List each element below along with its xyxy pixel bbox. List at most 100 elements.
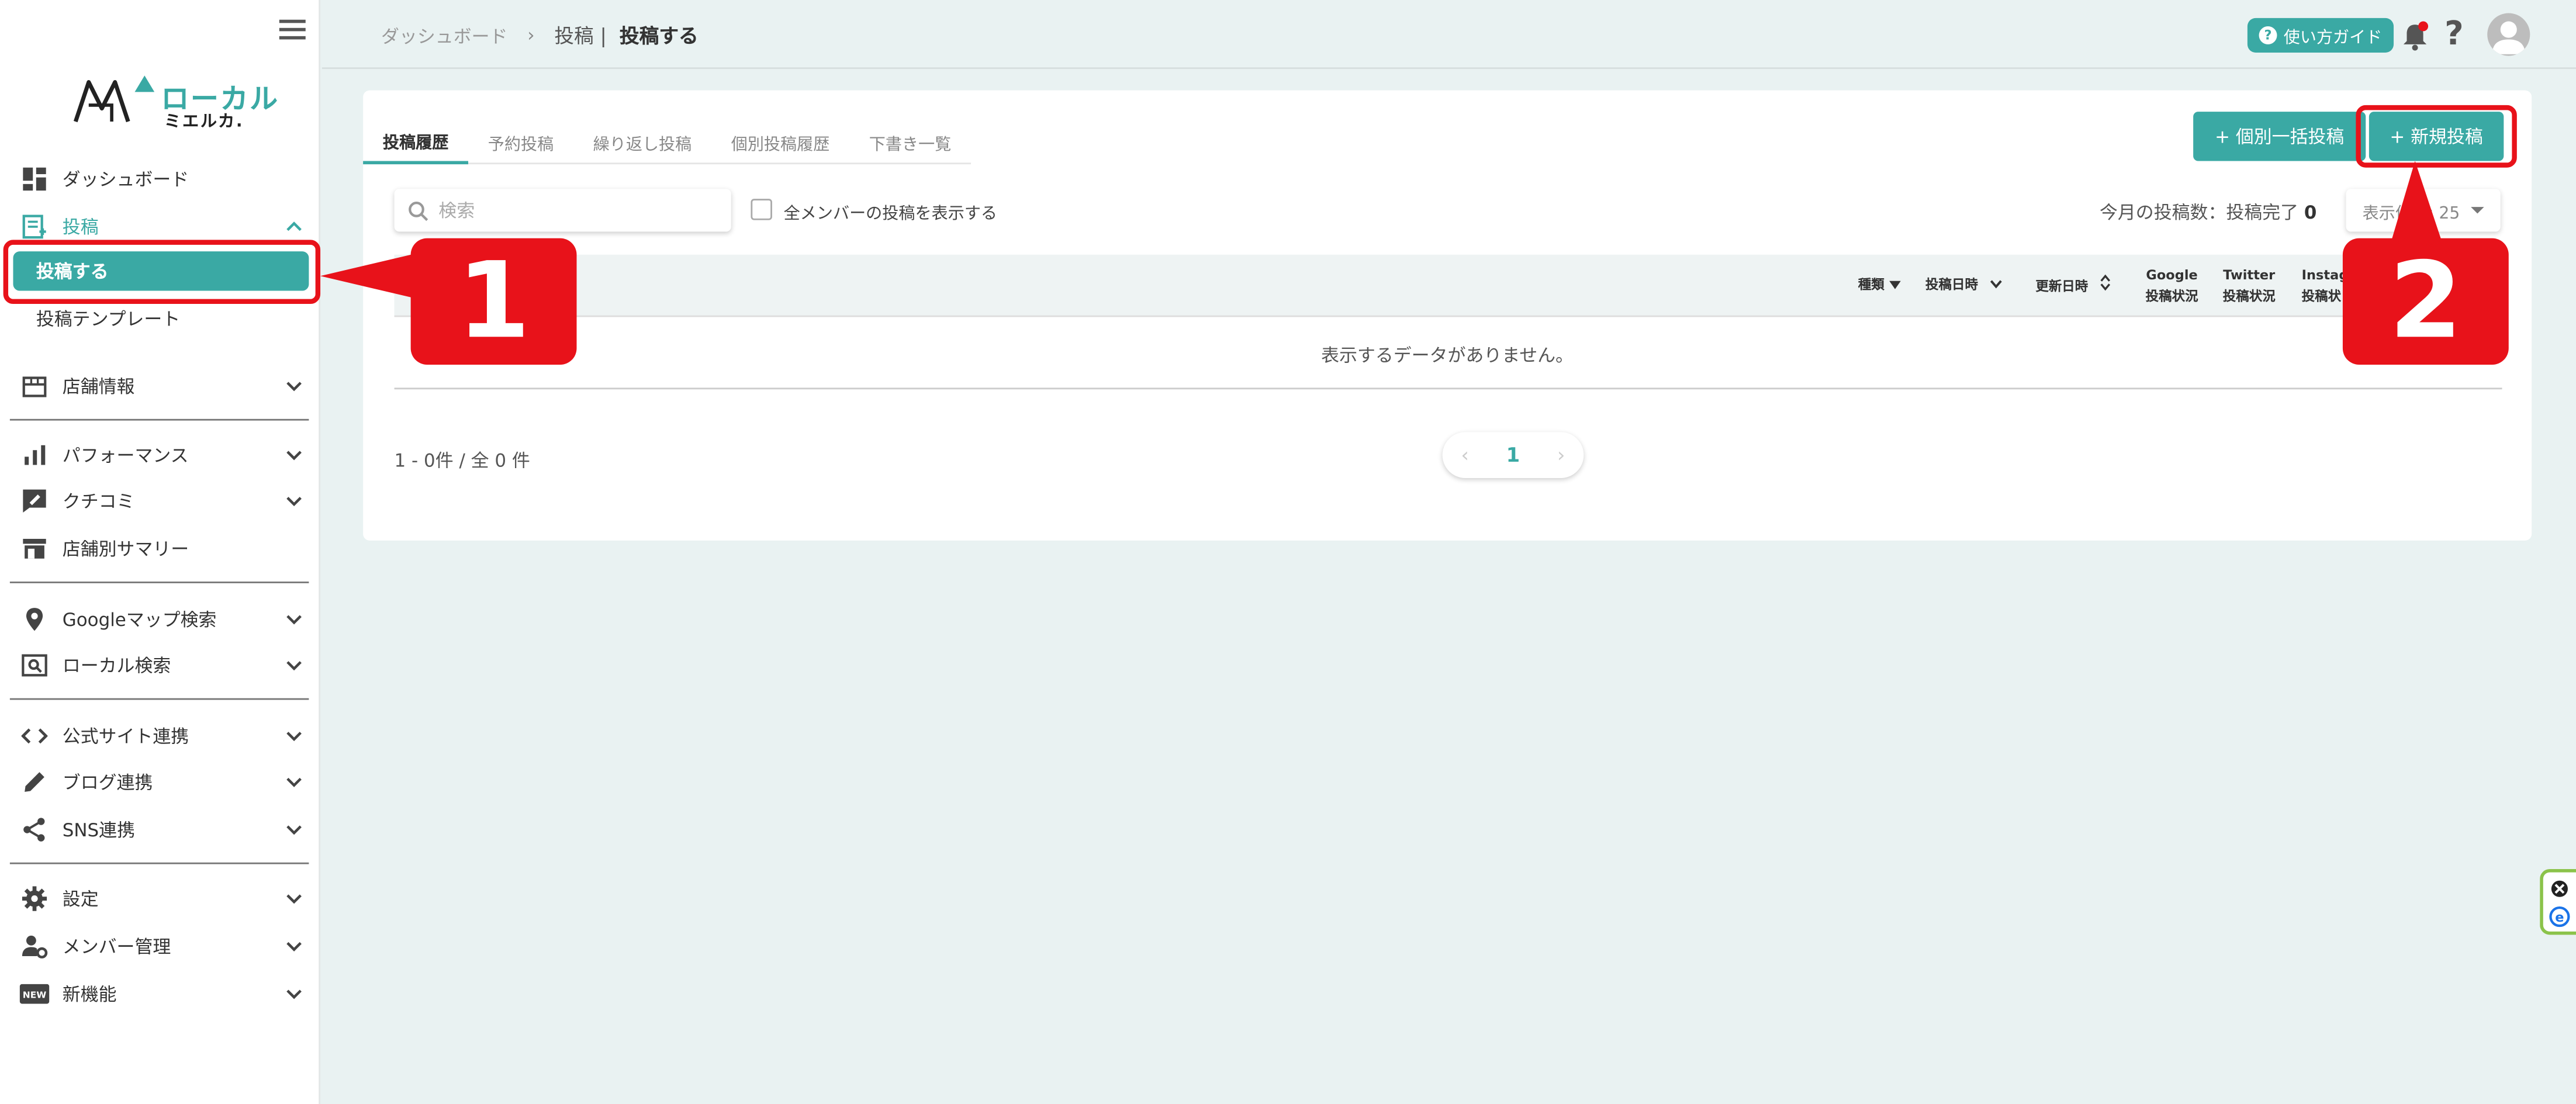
sidebar-item-label: メンバー管理 [62,936,171,958]
column-header-google: Google 投稿状況 [2146,265,2198,307]
breadcrumb-post[interactable]: 投稿 [554,22,593,50]
sidebar-item-store-summary[interactable]: 店舗別サマリー [20,531,316,567]
chevron-down-icon [286,491,302,513]
sidebar-item-label: 店舗別サマリー [62,539,189,560]
member-settings-icon [20,933,50,960]
chevron-up-icon [286,217,302,238]
sidebar: ローカル ミエルカ. ダッシュボード 投稿 投稿する 投稿テンプレート 店舗情報… [0,0,321,1104]
chevron-down-icon [1990,280,2002,289]
table-divider [394,387,2502,390]
tab-label: 下書き一覧 [869,136,952,155]
sort-icon [2100,274,2110,291]
tab-individual-history[interactable]: 個別投稿履歴 [711,120,849,164]
sidebar-item-label: 新機能 [62,984,117,1006]
breadcrumb-chevron-icon: › [527,25,535,46]
show-all-members-checkbox[interactable] [751,199,772,220]
column-header-updated-at[interactable]: 更新日時 [2035,274,2111,297]
table-header: 種類 投稿日時 更新日時 Google 投稿状況 Twitter 投稿状況 In… [394,254,2502,317]
local-search-icon [20,652,50,679]
guide-button[interactable]: ? 使い方ガイド [2247,18,2394,53]
annotation-highlight-1 [3,240,321,304]
avatar[interactable] [2487,13,2530,56]
sidebar-item-label: SNS連携 [62,819,136,842]
column-header-instagram: Instag 投稿状 [2302,265,2349,307]
question-icon: ? [2259,26,2277,44]
sidebar-item-label: パフォーマンス [62,445,189,467]
column-header-type[interactable]: 種類 [1858,274,1901,296]
logo-mark-icon [73,75,155,123]
chevron-down-icon [286,726,302,747]
breadcrumb: ダッシュボード › 投稿 | 投稿する [381,22,699,50]
sidebar-item-label: 公式サイト連携 [62,726,189,748]
tab-label: 繰り返し投稿 [593,136,692,155]
chevron-left-icon[interactable]: ‹ [1461,444,1469,466]
tab-label: 投稿履歴 [382,134,449,153]
chevron-down-icon [286,889,302,911]
chevron-down-icon [286,984,302,1006]
sidebar-item-local-search[interactable]: ローカル検索 [20,648,316,684]
sidebar-item-google-map-search[interactable]: Googleマップ検索 [20,601,316,638]
tab-drafts[interactable]: 下書き一覧 [849,120,971,164]
chevron-right-icon[interactable]: › [1557,444,1565,466]
breadcrumb-separator: | [593,23,613,47]
top-bar: ダッシュボード › 投稿 | 投稿する ? 使い方ガイド ? [321,0,2576,70]
page-number[interactable]: 1 [1506,444,1520,466]
bulk-post-button[interactable]: + 個別一括投稿 [2193,112,2366,161]
chevron-down-icon [286,610,302,631]
store-summary-icon [20,535,50,562]
tab-recurring-posts[interactable]: 繰り返し投稿 [573,120,711,164]
column-label: 投稿状況 [2145,289,2198,304]
column-label: 投稿状 [2301,289,2342,304]
notification-bell-icon[interactable] [2398,20,2431,53]
sidebar-subitem-label: 投稿テンプレート [36,309,181,331]
caret-down-icon [1889,281,1901,289]
column-label: 投稿状況 [2222,289,2276,304]
sidebar-item-label: クチコミ [62,491,135,513]
sidebar-item-blog-integration[interactable]: ブログ連携 [20,764,316,800]
dashboard-icon [20,166,50,192]
column-header-posted-at[interactable]: 投稿日時 [1925,274,2003,296]
help-icon[interactable]: ? [2444,13,2464,52]
svg-text:e: e [2555,910,2564,925]
map-pin-icon [20,606,50,632]
show-all-members-label[interactable]: 全メンバーの投稿を表示する [784,199,997,223]
tab-bar: 投稿履歴 予約投稿 繰り返し投稿 個別投稿履歴 下書き一覧 [363,120,971,165]
sidebar-item-store-info[interactable]: 店舗情報 [20,368,316,404]
chevron-down-icon [286,820,302,842]
sidebar-divider [9,698,309,700]
new-badge-icon: NEW [19,981,50,1007]
sidebar-item-dashboard[interactable]: ダッシュボード [20,161,316,197]
svg-text:NEW: NEW [23,990,46,1001]
floating-widget[interactable]: e [2540,869,2576,935]
sidebar-item-label: ローカル検索 [62,655,171,677]
post-icon [20,213,50,240]
code-icon [20,723,50,749]
column-header-twitter: Twitter 投稿状況 [2223,265,2276,307]
caret-down-icon [2471,207,2485,214]
chevron-down-icon [286,772,302,794]
sidebar-item-sns-integration[interactable]: SNS連携 [20,812,316,848]
column-label: Twitter [2223,268,2276,283]
record-range: 1 - 0件 / 全 0 件 [394,450,530,472]
monthly-post-count-label: 今月の投稿数：投稿完了 [2099,202,2299,224]
sidebar-item-new-features[interactable]: NEW 新機能 [19,976,316,1012]
tab-post-history[interactable]: 投稿履歴 [363,120,469,165]
search-input[interactable] [438,199,702,222]
sidebar-item-label: 設定 [62,888,99,911]
sidebar-item-member-management[interactable]: メンバー管理 [20,928,316,964]
sidebar-item-label: Googleマップ検索 [62,609,217,631]
tab-scheduled-posts[interactable]: 予約投稿 [468,120,573,164]
sidebar-item-label: 投稿 [62,217,99,238]
sidebar-item-settings[interactable]: 設定 [20,881,316,917]
breadcrumb-dashboard[interactable]: ダッシュボード [381,22,507,49]
annotation-callout-2: 2 [2342,238,2509,365]
sidebar-divider [9,582,309,583]
sidebar-item-performance[interactable]: パフォーマンス [20,437,316,473]
breadcrumb-current: 投稿する [619,25,699,48]
sidebar-item-reviews[interactable]: クチコミ [20,483,316,519]
post-panel: 投稿履歴 予約投稿 繰り返し投稿 個別投稿履歴 下書き一覧 + 個別一括投稿 +… [363,90,2532,541]
sidebar-subitem-post-template[interactable]: 投稿テンプレート [13,299,309,338]
hamburger-menu-icon[interactable] [279,19,306,40]
chevron-down-icon [286,376,302,398]
sidebar-item-website-integration[interactable]: 公式サイト連携 [20,718,316,754]
